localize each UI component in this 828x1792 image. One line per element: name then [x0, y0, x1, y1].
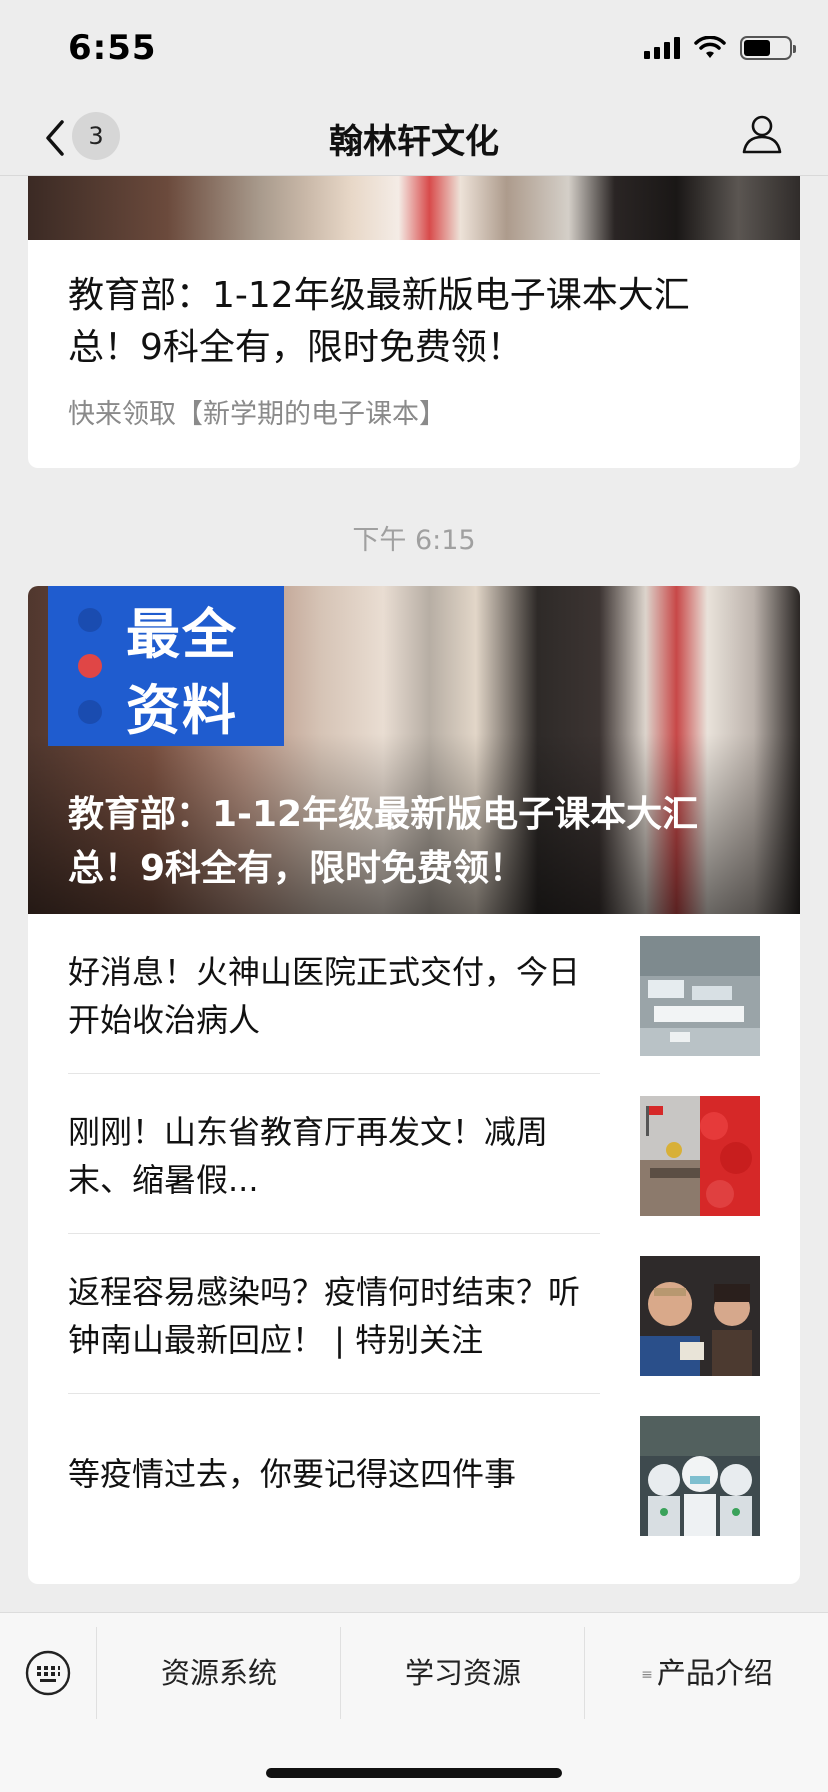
- menu-item-learning-resources[interactable]: 学习资源: [342, 1627, 584, 1719]
- profile-icon[interactable]: [740, 112, 784, 156]
- red-dot-icon: [78, 654, 102, 678]
- hero-label-line: 资料: [126, 679, 238, 742]
- menu-separator: [340, 1627, 341, 1719]
- message-timestamp: 下午 6:15: [352, 525, 476, 556]
- home-indicator[interactable]: [266, 1768, 562, 1778]
- menu-item-resource-system[interactable]: 资源系统: [98, 1627, 340, 1719]
- bottom-menu: 资源系统 学习资源 ≡ 产品介绍: [0, 1612, 828, 1792]
- submenu-icon: ≡: [641, 1667, 653, 1683]
- menu-separator: [96, 1627, 97, 1719]
- menu-item-product-intro[interactable]: ≡ 产品介绍: [586, 1627, 828, 1719]
- list-item[interactable]: 等疫情过去，你要记得这四件事: [28, 1394, 800, 1554]
- article-card-previous[interactable]: 教育部：1-12年级最新版电子课本大汇总！9科全有，限时免费领！ 快来领取【新学…: [28, 176, 800, 468]
- article-cover-image: [28, 176, 800, 240]
- article-summary: 快来领取【新学期的电子课本】: [68, 399, 446, 430]
- cellular-signal-icon: [644, 37, 680, 59]
- list-item[interactable]: 返程容易感染吗？疫情何时结束？听钟南山最新回应！ | 特别关注: [28, 1234, 800, 1394]
- menu-item-label: 产品介绍: [656, 1656, 773, 1690]
- article-thumbnail: [640, 936, 760, 1056]
- hero-label-line: 最全: [126, 603, 238, 666]
- wifi-icon: [694, 36, 726, 58]
- blue-dot-icon: [78, 608, 102, 632]
- list-item[interactable]: 好消息！火神山医院正式交付，今日开始收治病人: [28, 914, 800, 1074]
- list-item[interactable]: 刚刚！山东省教育厅再发文！减周末、缩暑假...: [28, 1074, 800, 1234]
- list-item-title: 返程容易感染吗？疫情何时结束？听钟南山最新回应！ | 特别关注: [68, 1273, 581, 1359]
- article-title: 教育部：1-12年级最新版电子课本大汇总！9科全有，限时免费领！: [68, 275, 690, 368]
- blue-dot-icon: [78, 700, 102, 724]
- article-thumbnail: [640, 1416, 760, 1536]
- status-icons: [644, 36, 796, 60]
- hero-label-banner: 最全 资料: [48, 586, 284, 746]
- article-card-group: 最全 资料 教育部：1-12年级最新版电子课本大汇总！9科全有，限时免费领！ 好…: [28, 586, 800, 1584]
- article-thumbnail: [640, 1256, 760, 1376]
- status-bar: 6:55: [0, 0, 828, 100]
- list-item-title: 刚刚！山东省教育厅再发文！减周末、缩暑假...: [68, 1113, 549, 1199]
- keyboard-icon[interactable]: [24, 1649, 72, 1697]
- battery-icon: [740, 36, 796, 60]
- list-item-title: 好消息！火神山医院正式交付，今日开始收治病人: [68, 953, 581, 1039]
- list-item-title: 等疫情过去，你要记得这四件事: [68, 1455, 517, 1493]
- hero-article[interactable]: 最全 资料 教育部：1-12年级最新版电子课本大汇总！9科全有，限时免费领！: [28, 586, 800, 914]
- menu-separator: [584, 1627, 585, 1719]
- article-thumbnail: [640, 1096, 760, 1216]
- page-title: 翰林轩文化: [329, 122, 499, 162]
- nav-bar: 3 翰林轩文化: [0, 100, 828, 176]
- status-time: 6:55: [68, 28, 157, 68]
- hero-article-title: 教育部：1-12年级最新版电子课本大汇总！9科全有，限时免费领！: [68, 794, 699, 889]
